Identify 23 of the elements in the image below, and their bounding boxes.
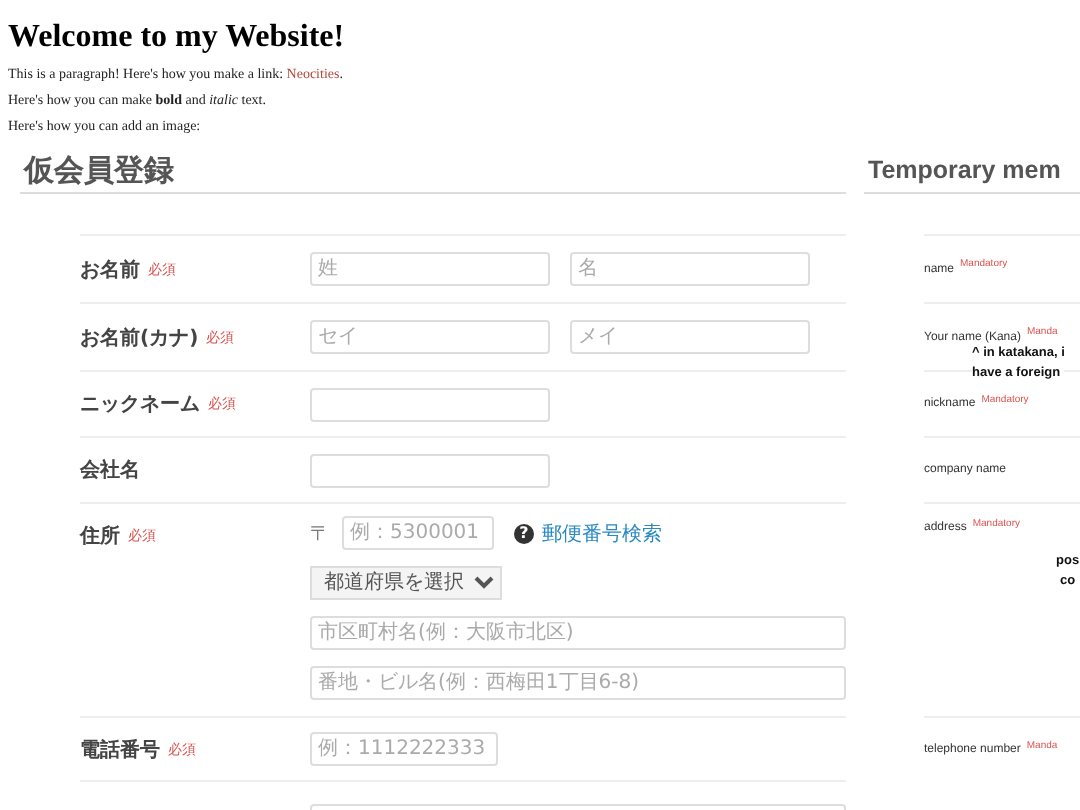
field-label: ニックネーム bbox=[80, 392, 200, 418]
field-label: 会社名 bbox=[80, 457, 140, 484]
page-heading: Welcome to my Website! bbox=[6, 18, 347, 58]
input-field[interactable]: メイ bbox=[570, 320, 810, 354]
input-field[interactable] bbox=[310, 387, 550, 421]
field-label: 電話番号 bbox=[80, 737, 160, 763]
input-field[interactable]: 名 bbox=[570, 252, 810, 286]
postal-code-field[interactable]: 例：5300001 bbox=[342, 516, 494, 550]
form-title: 仮会員登録 bbox=[20, 148, 846, 194]
field-label: お名前 bbox=[80, 257, 140, 283]
help-icon: ? bbox=[514, 523, 534, 543]
form-title: Temporary mem bbox=[864, 148, 1080, 194]
prefecture-select[interactable]: 都道府県を選択 bbox=[310, 566, 502, 600]
field-label: 住所 bbox=[80, 523, 120, 550]
input-field[interactable]: 市区町村名(例：大阪市北区) bbox=[310, 616, 846, 650]
input-field[interactable]: 例：1112222333 bbox=[310, 732, 498, 766]
field-label: お名前(カナ) bbox=[80, 325, 199, 351]
input-field[interactable]: 姓 bbox=[310, 252, 550, 286]
input-field[interactable]: セイ bbox=[310, 320, 550, 354]
input-field[interactable] bbox=[310, 453, 550, 487]
postal-search-link[interactable]: 郵便番号検索 bbox=[542, 519, 662, 547]
postal-mark: 〒 bbox=[310, 521, 330, 547]
input-field[interactable]: 番地・ビル名(例：西梅田1丁目6-8) bbox=[310, 666, 846, 700]
